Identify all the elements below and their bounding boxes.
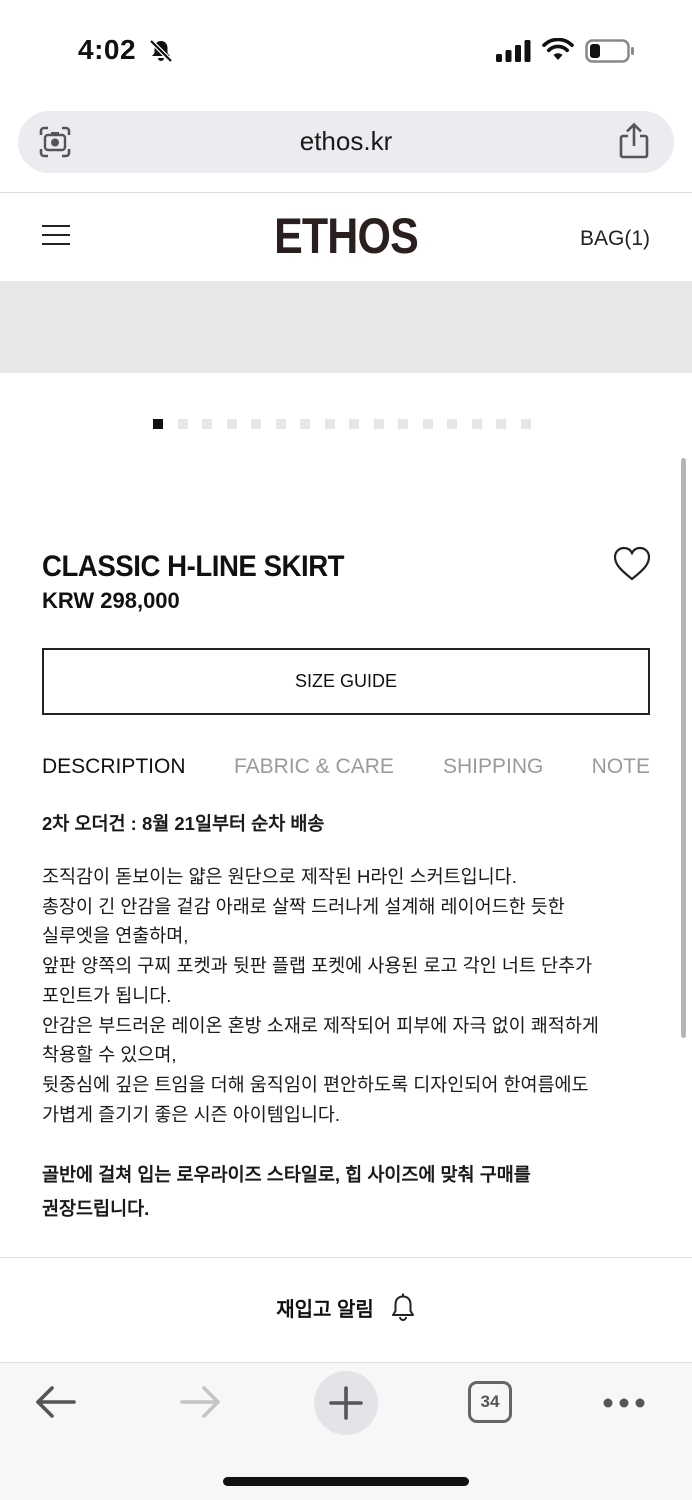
- description-line: 가볍게 즐기기 좋은 시즌 아이템입니다.: [42, 1103, 341, 1125]
- tabs-button[interactable]: 34: [468, 1381, 512, 1423]
- new-tab-button[interactable]: [314, 1371, 378, 1435]
- pagination-dot[interactable]: [471, 419, 482, 429]
- tab-note[interactable]: NOTE: [592, 755, 650, 779]
- product-description: 2차 오더건 : 8월 21일부터 순차 배송 조직감이 돋보이는 얇은 원단으…: [42, 810, 642, 1226]
- pagination-dot[interactable]: [324, 419, 335, 429]
- pagination-dot[interactable]: [422, 419, 433, 429]
- tab-description[interactable]: DESCRIPTION: [42, 755, 186, 779]
- url-text[interactable]: ethos.kr: [18, 126, 674, 157]
- pagination-dot[interactable]: [153, 419, 163, 429]
- shipping-notice: 2차 오더건 : 8월 21일부터 순차 배송: [42, 813, 325, 834]
- pagination-dot[interactable]: [226, 419, 237, 429]
- bell-icon: [391, 1293, 414, 1321]
- status-time: 4:02: [78, 34, 137, 65]
- description-line: 앞판 양쪽의 구찌 포켓과 뒷판 플랩 포켓에 사용된 로고 각인 너트 단추가: [42, 955, 593, 977]
- description-line: 뒷중심에 깊은 트임을 더해 움직임이 편안하도록 디자인되어 한여름에도: [42, 1073, 589, 1095]
- forward-arrow-icon[interactable]: [178, 1383, 222, 1421]
- scrollbar[interactable]: [681, 458, 686, 1038]
- home-indicator[interactable]: [223, 1477, 469, 1486]
- size-guide-button[interactable]: SIZE GUIDE: [42, 648, 650, 715]
- pagination-dot[interactable]: [496, 419, 506, 429]
- wifi-icon: [542, 38, 574, 60]
- divider: [0, 1257, 692, 1258]
- pagination-dot[interactable]: [300, 419, 310, 429]
- product-info-tabs: DESCRIPTION FABRIC & CARE SHIPPING NOTE: [42, 755, 650, 783]
- fit-note-line: 골반에 걸쳐 입는 로우라이즈 스타일로, 힙 사이즈에 맞춰 구매를: [42, 1164, 531, 1186]
- battery-low-icon: [585, 39, 634, 63]
- browser-toolbar: 34: [0, 1362, 692, 1500]
- pagination-dot[interactable]: [177, 419, 188, 429]
- bell-slash-icon: [149, 39, 173, 63]
- pagination-dot[interactable]: [275, 419, 286, 429]
- restock-alert-label: 재입고 알림: [276, 1298, 374, 1321]
- site-logo[interactable]: ETHOS: [48, 207, 643, 265]
- site-header: ETHOS BAG(1): [0, 193, 692, 281]
- product-image[interactable]: [0, 281, 692, 373]
- pagination-dot[interactable]: [251, 419, 261, 429]
- share-icon[interactable]: [618, 122, 650, 160]
- product-price: KRW 298,000: [42, 588, 180, 613]
- description-line: 조직감이 돋보이는 얇은 원단으로 제작된 H라인 스커트입니다.: [42, 866, 517, 887]
- description-body: 조직감이 돋보이는 얇은 원단으로 제작된 H라인 스커트입니다. 총장이 긴 …: [42, 862, 642, 1129]
- cellular-signal-icon: [496, 40, 531, 62]
- address-bar[interactable]: ethos.kr: [18, 111, 674, 173]
- description-line: 총장이 긴 안감을 겉감 아래로 살짝 드러나게 설계해 레이어드한 듯한: [42, 895, 565, 917]
- description-line: 실루엣을 연출하며,: [42, 925, 189, 947]
- image-pagination: [153, 419, 531, 429]
- fit-note-line: 권장드립니다.: [42, 1198, 150, 1220]
- pagination-dot[interactable]: [373, 419, 384, 429]
- status-bar: 4:02: [0, 0, 692, 100]
- description-line: 안감은 부드러운 레이온 혼방 소재로 제작되어 피부에 자극 없이 쾌적하게: [42, 1014, 599, 1036]
- pagination-dot[interactable]: [520, 419, 531, 429]
- fit-note: 골반에 걸쳐 입는 로우라이즈 스타일로, 힙 사이즈에 맞춰 구매를 권장드립…: [42, 1158, 642, 1226]
- pagination-dot[interactable]: [398, 419, 408, 429]
- plus-icon: [329, 1386, 363, 1420]
- back-arrow-icon[interactable]: [34, 1383, 78, 1421]
- pagination-dot[interactable]: [447, 419, 457, 429]
- description-line: 포인트가 됩니다.: [42, 984, 172, 1006]
- bag-link[interactable]: BAG(1): [580, 227, 650, 251]
- restock-alert-button[interactable]: 재입고 알림: [0, 1292, 692, 1322]
- more-dots-icon[interactable]: [602, 1397, 646, 1409]
- tab-shipping[interactable]: SHIPPING: [443, 755, 543, 779]
- pagination-dot[interactable]: [202, 419, 212, 429]
- pagination-dot[interactable]: [349, 419, 359, 429]
- description-line: 착용할 수 있으며,: [42, 1044, 177, 1066]
- tab-fabric-care[interactable]: FABRIC & CARE: [234, 755, 394, 779]
- heart-outline-icon[interactable]: [612, 545, 652, 583]
- product-title: CLASSIC H-LINE SKIRT: [42, 550, 345, 583]
